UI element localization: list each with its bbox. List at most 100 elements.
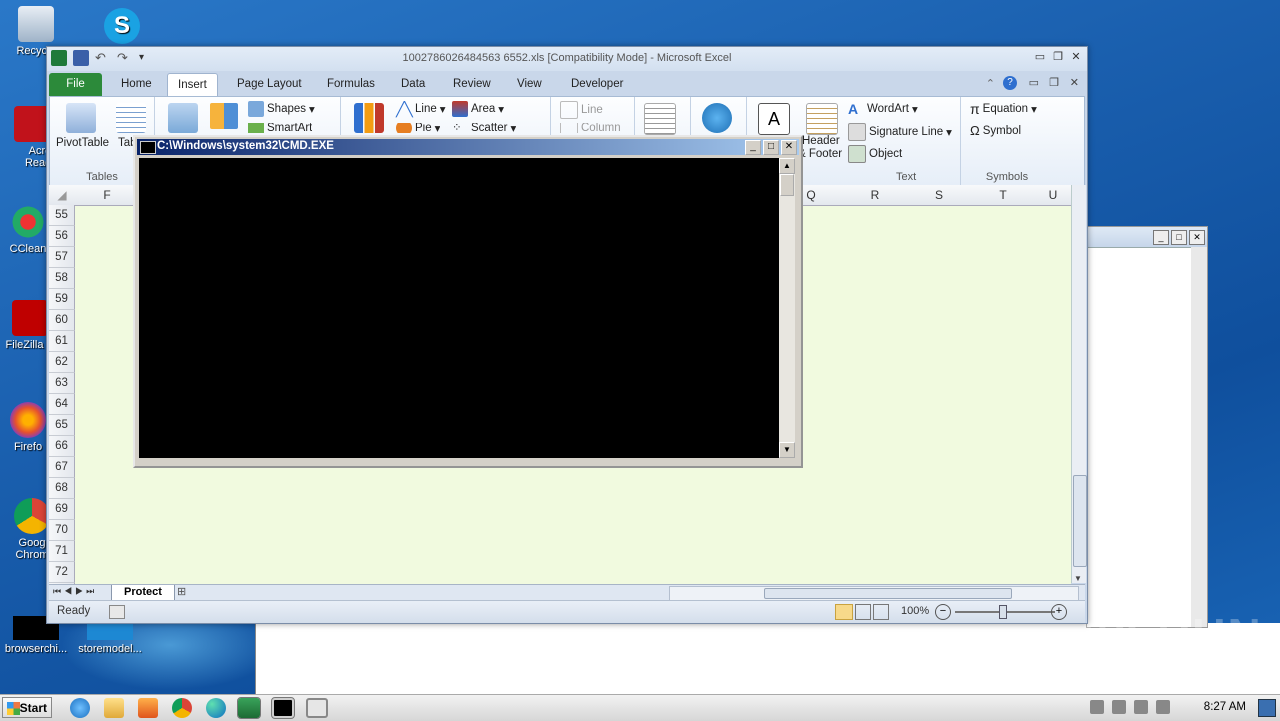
column-header[interactable]: S	[907, 188, 971, 202]
row-header[interactable]: 66	[49, 436, 75, 457]
sheet-tab-protect[interactable]: Protect	[111, 585, 175, 601]
close-icon[interactable]: ✕	[1070, 76, 1079, 89]
column-chart-icon[interactable]	[354, 103, 384, 133]
tab-developer[interactable]: Developer	[561, 73, 633, 96]
picture-icon[interactable]	[168, 103, 198, 133]
scroll-thumb[interactable]	[764, 588, 1012, 599]
row-header[interactable]: 69	[49, 499, 75, 520]
flag-icon[interactable]	[1090, 700, 1104, 714]
maximize-icon[interactable]: □	[763, 140, 779, 155]
pivottable-icon[interactable]	[66, 103, 96, 133]
normal-view-icon[interactable]	[835, 604, 853, 620]
scroll-up-icon[interactable]: ▲	[779, 158, 795, 174]
clipart-icon[interactable]	[210, 103, 238, 129]
network-icon[interactable]	[1112, 700, 1126, 714]
minimize-ribbon-icon[interactable]: ⌃	[986, 77, 995, 90]
column-header[interactable]: R	[843, 188, 907, 202]
cmd-scrollbar[interactable]: ▲ ▼	[779, 158, 795, 458]
volume-icon[interactable]	[1134, 700, 1148, 714]
tab-view[interactable]: View	[507, 73, 552, 96]
object-button[interactable]: Object	[848, 145, 902, 163]
tab-home[interactable]: Home	[111, 73, 162, 96]
header-footer-button[interactable]: Header	[802, 135, 840, 147]
restore-icon[interactable]: ❐	[1049, 76, 1059, 89]
header-footer-button-line2[interactable]: & Footer	[798, 148, 842, 160]
maximize-icon[interactable]: □	[1171, 230, 1187, 245]
zoom-in-icon[interactable]: +	[1051, 604, 1067, 620]
row-header[interactable]: 56	[49, 226, 75, 247]
row-header[interactable]: 61	[49, 331, 75, 352]
sparkline-line-button[interactable]: Line	[560, 101, 603, 119]
zoom-slider-thumb[interactable]	[999, 605, 1007, 619]
shapes-button[interactable]: Shapes ▾	[248, 101, 315, 117]
minimize-icon[interactable]: _	[745, 140, 761, 155]
sheet-nav-icons[interactable]: ⏮◀▶⏭	[53, 586, 97, 597]
help-icon[interactable]: ?	[1003, 76, 1017, 90]
scroll-thumb[interactable]	[1073, 475, 1087, 567]
scatter-chart-button[interactable]: ⁘ Scatter ▾	[452, 123, 516, 133]
pie-chart-button[interactable]: Pie ▾	[396, 123, 440, 133]
horizontal-scrollbar[interactable]	[669, 586, 1079, 601]
tab-insert[interactable]: Insert	[167, 73, 218, 97]
table-icon[interactable]	[116, 103, 146, 133]
close-icon[interactable]: ✕	[781, 140, 797, 155]
show-desktop-icon[interactable]	[1258, 699, 1276, 717]
insert-sheet-icon[interactable]: ⊞	[177, 585, 186, 598]
wordart-button[interactable]: A WordArt ▾	[848, 101, 918, 117]
row-header[interactable]: 59	[49, 289, 75, 310]
clock[interactable]: 8:27 AM	[1204, 701, 1246, 713]
signature-line-button[interactable]: Signature Line ▾	[848, 123, 952, 141]
tab-formulas[interactable]: Formulas	[317, 73, 385, 96]
restore-icon[interactable]: ❐	[1051, 50, 1065, 64]
row-header[interactable]: 62	[49, 352, 75, 373]
page-break-view-icon[interactable]	[873, 604, 889, 620]
symbol-button[interactable]: Ω Symbol	[970, 123, 1021, 138]
column-header[interactable]: U	[1035, 188, 1071, 202]
hyperlink-icon[interactable]	[702, 103, 732, 133]
row-header[interactable]: 65	[49, 415, 75, 436]
tab-review[interactable]: Review	[443, 73, 501, 96]
row-header[interactable]: 55	[49, 205, 75, 226]
textbox-icon[interactable]: A	[758, 103, 790, 135]
edge-icon[interactable]	[206, 698, 226, 718]
power-icon[interactable]	[1156, 700, 1170, 714]
header-footer-icon[interactable]	[806, 103, 838, 135]
scroll-down-icon[interactable]: ▼	[779, 442, 795, 458]
tab-file[interactable]: File	[49, 73, 102, 96]
macro-record-icon[interactable]	[109, 605, 125, 619]
select-all-corner[interactable]: ◢	[49, 188, 75, 202]
pivottable-button[interactable]: PivotTable	[56, 137, 109, 149]
background-window-scrollbar[interactable]	[1191, 247, 1207, 627]
minimize-icon[interactable]: _	[1153, 230, 1169, 245]
tab-page-layout[interactable]: Page Layout	[227, 73, 312, 96]
row-header[interactable]: 58	[49, 268, 75, 289]
column-header[interactable]: T	[971, 188, 1035, 202]
area-chart-button[interactable]: Area ▾	[452, 101, 504, 117]
file-explorer-icon[interactable]	[104, 698, 124, 718]
internet-explorer-icon[interactable]	[70, 698, 90, 718]
zoom-level[interactable]: 100%	[901, 605, 929, 617]
scroll-thumb[interactable]	[780, 174, 794, 196]
tab-data[interactable]: Data	[391, 73, 435, 96]
close-icon[interactable]: ✕	[1069, 50, 1083, 64]
desktop-icon-skype[interactable]: S	[86, 8, 158, 47]
row-header[interactable]: 64	[49, 394, 75, 415]
row-header[interactable]: 63	[49, 373, 75, 394]
excel-taskbar-icon[interactable]	[237, 697, 261, 719]
cmd-console[interactable]	[139, 158, 779, 458]
page-layout-view-icon[interactable]	[855, 604, 871, 620]
scroll-down-icon[interactable]: ▼	[1074, 574, 1082, 583]
row-header[interactable]: 72	[49, 562, 75, 583]
close-icon[interactable]: ✕	[1189, 230, 1205, 245]
slicer-icon[interactable]	[644, 103, 676, 135]
start-button[interactable]: Start	[2, 697, 52, 718]
column-header[interactable]: F	[75, 188, 139, 202]
vertical-scrollbar[interactable]: ▼	[1071, 185, 1087, 583]
line-chart-button[interactable]: ╱╲ Line ▾	[396, 101, 446, 117]
zoom-out-icon[interactable]: −	[935, 604, 951, 620]
row-header[interactable]: 68	[49, 478, 75, 499]
equation-button[interactable]: π Equation ▾	[970, 101, 1037, 117]
minimize-icon[interactable]: ▭	[1029, 76, 1039, 89]
chrome-icon[interactable]	[172, 698, 192, 718]
media-player-icon[interactable]	[138, 698, 158, 718]
